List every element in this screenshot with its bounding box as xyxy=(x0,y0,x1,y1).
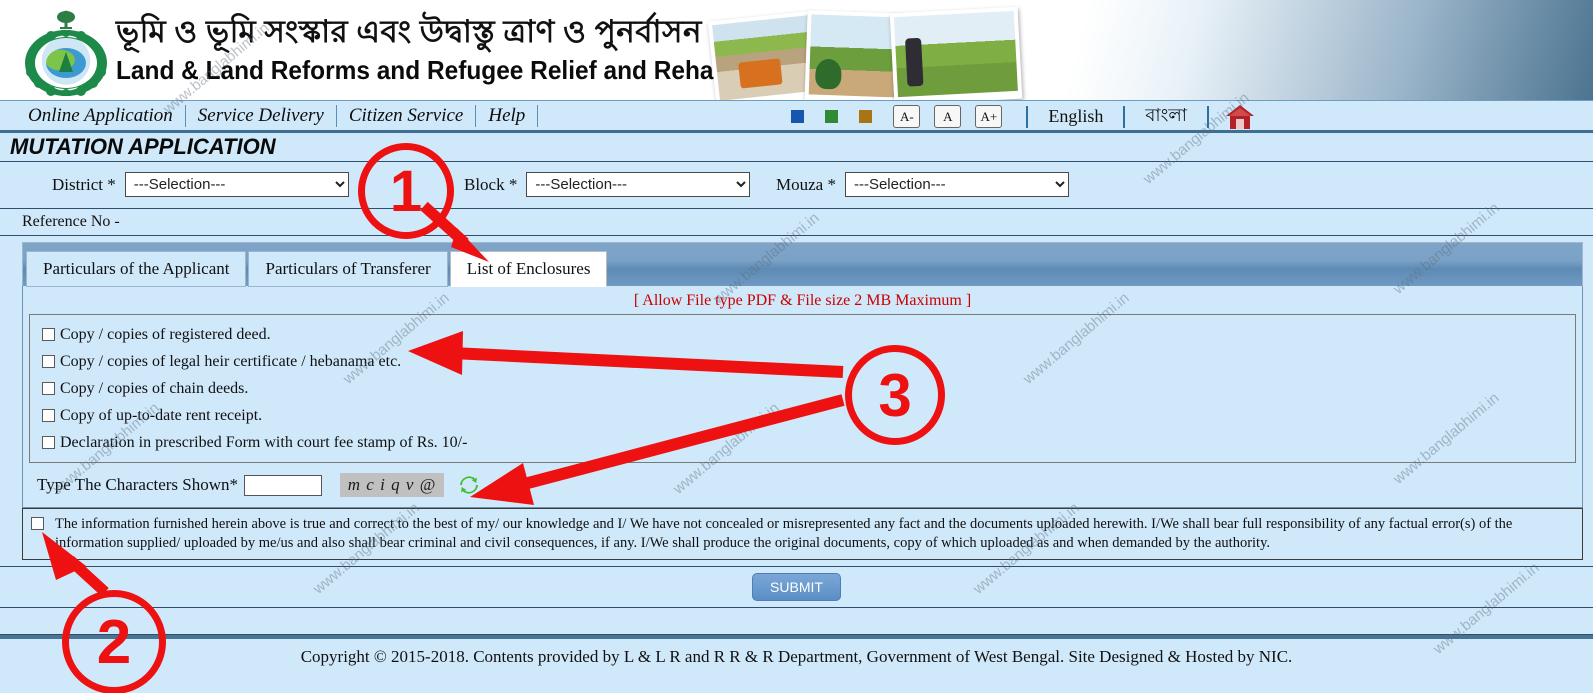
site-header: ভূমি ও ভূমি সংস্কার এবং উদ্বাস্তু ত্রাণ … xyxy=(0,0,1593,100)
enclosures-panel: [ Allow File type PDF & File size 2 MB M… xyxy=(22,286,1583,508)
spacer-band xyxy=(0,608,1593,635)
block-field: Block * ---Selection--- xyxy=(464,172,751,197)
location-selection-row: District * ---Selection--- Block * ---Se… xyxy=(0,161,1593,209)
west-bengal-government-seal-icon xyxy=(24,8,108,96)
enclosure-item: Copy / copies of legal heir certificate … xyxy=(30,348,1575,375)
mouza-select[interactable]: ---Selection--- xyxy=(844,172,1069,197)
mouza-field: Mouza * ---Selection--- xyxy=(776,172,1069,197)
main-navbar: Online Application Service Delivery Citi… xyxy=(0,100,1593,133)
enclosure-label: Copy / copies of legal heir certificate … xyxy=(60,352,402,370)
enclosure-label: Copy / copies of registered deed. xyxy=(60,325,271,343)
nav-item-help[interactable]: Help xyxy=(476,105,537,127)
language-bengali[interactable]: বাংলা xyxy=(1135,101,1197,132)
nav-divider xyxy=(537,105,539,127)
font-increase-button[interactable]: A+ xyxy=(975,105,1003,128)
navbar-accessibility-controls: A- A A+ English বাংলা xyxy=(791,103,1255,130)
enclosure-label: Copy of up-to-date rent receipt. xyxy=(60,406,263,424)
nav-divider xyxy=(1207,105,1209,128)
enclosure-label: Copy / copies of chain deeds. xyxy=(60,379,249,397)
mouza-label: Mouza * xyxy=(776,174,836,194)
seal-globe-icon xyxy=(46,48,86,78)
language-english[interactable]: English xyxy=(1038,106,1113,127)
captcha-image: m c i q v @ xyxy=(340,473,445,497)
application-page: ভূমি ও ভূমি সংস্কার এবং উদ্বাস্তু ত্রাণ … xyxy=(0,0,1593,693)
enclosure-checkbox-registered-deed[interactable] xyxy=(42,328,55,341)
header-photo-collage xyxy=(706,2,1026,100)
tab-particulars-of-transferer[interactable]: Particulars of Transferer xyxy=(248,251,448,287)
declaration-checkbox[interactable] xyxy=(31,517,44,530)
nav-item-online-application[interactable]: Online Application xyxy=(16,105,185,127)
enclosure-checkbox-list: Copy / copies of registered deed. Copy /… xyxy=(29,314,1576,463)
enclosure-checkbox-rent-receipt[interactable] xyxy=(42,409,55,422)
declaration-box: The information furnished herein above i… xyxy=(22,508,1583,560)
enclosure-item: Declaration in prescribed Form with cour… xyxy=(30,429,1575,456)
reference-number-row: Reference No - xyxy=(0,209,1593,236)
tab-strip: Particulars of the Applicant Particulars… xyxy=(22,242,1583,287)
home-icon[interactable] xyxy=(1225,104,1255,130)
captcha-row: Type The Characters Shown* m c i q v @ xyxy=(23,469,1582,507)
refresh-icon[interactable] xyxy=(458,474,480,496)
page-title: MUTATION APPLICATION xyxy=(0,133,1593,161)
block-select[interactable]: ---Selection--- xyxy=(526,172,751,197)
theme-brown-swatch[interactable] xyxy=(859,110,873,123)
nav-divider xyxy=(1123,105,1126,128)
submit-band: SUBMIT xyxy=(0,566,1593,608)
tab-list-of-enclosures[interactable]: List of Enclosures xyxy=(449,251,608,287)
form-panel: Particulars of the Applicant Particulars… xyxy=(22,242,1583,508)
nav-divider xyxy=(1026,105,1029,128)
site-title-bengali: ভূমি ও ভূমি সংস্কার এবং উদ্বাস্তু ত্রাণ … xyxy=(116,14,771,49)
district-field: District * ---Selection--- xyxy=(52,172,349,197)
enclosure-checkbox-chain-deeds[interactable] xyxy=(42,382,55,395)
block-label: Block * xyxy=(464,174,518,194)
nav-item-service-delivery[interactable]: Service Delivery xyxy=(186,105,336,127)
submit-button[interactable]: SUBMIT xyxy=(752,573,841,601)
font-normal-button[interactable]: A xyxy=(934,105,962,128)
district-select[interactable]: ---Selection--- xyxy=(124,172,349,197)
enclosure-item: Copy / copies of registered deed. xyxy=(30,321,1575,348)
captcha-input[interactable] xyxy=(244,474,323,496)
enclosure-label: Declaration in prescribed Form with cour… xyxy=(60,433,468,451)
declaration-text: The information furnished herein above i… xyxy=(55,516,1513,551)
file-type-notice: [ Allow File type PDF & File size 2 MB M… xyxy=(633,292,972,309)
captcha-label: Type The Characters Shown* xyxy=(37,475,239,494)
theme-green-swatch[interactable] xyxy=(825,110,839,123)
nav-item-citizen-service[interactable]: Citizen Service xyxy=(337,105,476,127)
enclosure-checkbox-declaration-form[interactable] xyxy=(42,436,55,449)
enclosure-item: Copy / copies of chain deeds. xyxy=(30,375,1575,402)
district-label: District * xyxy=(52,174,116,194)
tab-particulars-of-the-applicant[interactable]: Particulars of the Applicant xyxy=(26,251,247,287)
theme-blue-swatch[interactable] xyxy=(791,110,805,123)
enclosure-item: Copy of up-to-date rent receipt. xyxy=(30,402,1575,429)
navbar-menu: Online Application Service Delivery Citi… xyxy=(16,101,539,131)
footer: Copyright © 2015-2018. Contents provided… xyxy=(0,635,1593,675)
enclosure-checkbox-legal-heir-certificate[interactable] xyxy=(42,355,55,368)
field-survey-photo xyxy=(889,6,1023,100)
farmer-tractor-photo xyxy=(707,10,821,100)
font-decrease-button[interactable]: A- xyxy=(893,105,921,128)
header-gradient-backdrop xyxy=(973,0,1593,100)
